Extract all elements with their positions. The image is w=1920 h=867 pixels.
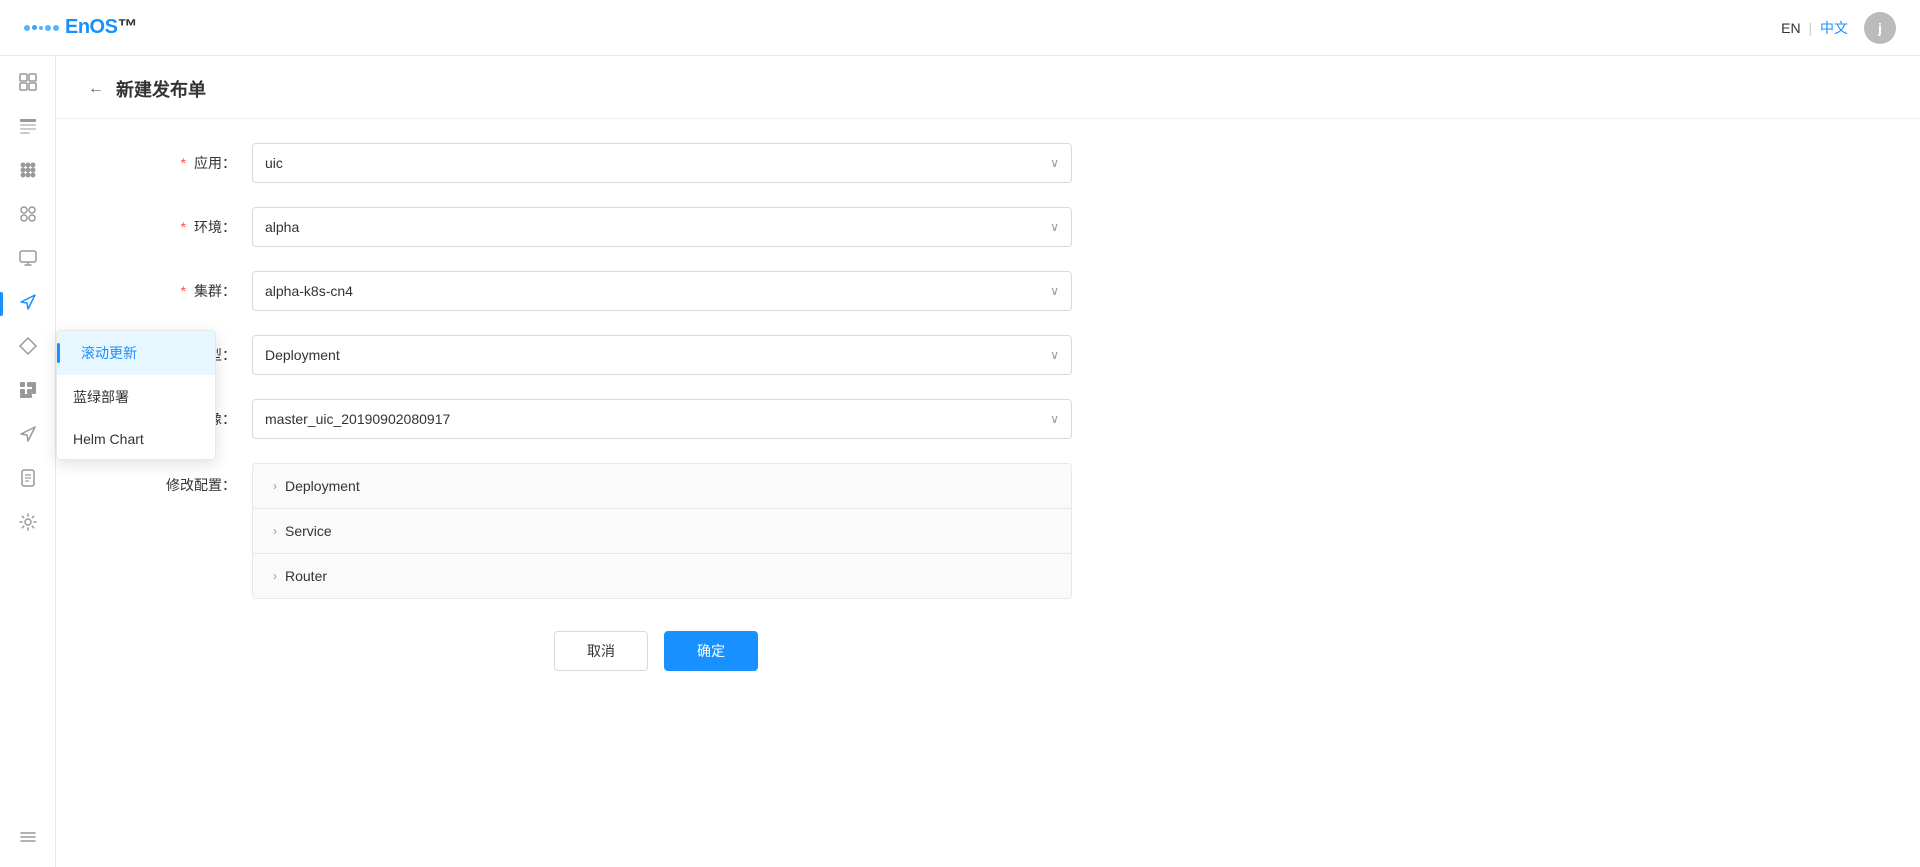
dropdown-item-rolling[interactable]: 滚动更新	[57, 331, 215, 375]
cancel-button[interactable]: 取消	[554, 631, 648, 671]
page-title: 新建发布单	[116, 76, 206, 102]
action-row: 取消 确定	[136, 631, 1176, 703]
confirm-button[interactable]: 确定	[664, 631, 758, 671]
sidebar-item-monitor[interactable]	[8, 240, 48, 280]
config-item-service[interactable]: › Service	[253, 509, 1071, 554]
sidebar-item-send2[interactable]	[8, 416, 48, 456]
env-select[interactable]: alpha ∨	[252, 207, 1072, 247]
sidebar-item-doc[interactable]	[8, 460, 48, 500]
label-app: * 应用：	[136, 153, 236, 173]
label-config: 修改配置：	[136, 463, 236, 495]
logo-dot-2	[32, 25, 37, 30]
sidebar-item-widgets[interactable]	[8, 196, 48, 236]
sidebar-item-list[interactable]	[8, 819, 48, 859]
field-app: uic ∨	[252, 143, 1072, 183]
user-avatar[interactable]: j	[1864, 12, 1896, 44]
logo: EnOS™	[24, 16, 137, 39]
logo-dot-5	[53, 25, 59, 31]
sidebar-item-grid[interactable]	[8, 64, 48, 104]
dropdown-item-helm[interactable]: Helm Chart	[57, 419, 215, 459]
sidebar	[0, 56, 56, 867]
chevron-right-deployment: ›	[273, 479, 277, 493]
chevron-right-service: ›	[273, 524, 277, 538]
config-items: › Deployment › Service › Router	[252, 463, 1072, 599]
topbar: EnOS™ EN | 中文 j	[0, 0, 1920, 56]
lang-switch[interactable]: EN | 中文	[1781, 18, 1848, 38]
chevron-right-router: ›	[273, 569, 277, 583]
page-header: ← 新建发布单	[56, 56, 1920, 119]
main-layout: 滚动更新 蓝绿部署 Helm Chart ← 新建发布单 * 应用： uic ∨	[0, 56, 1920, 867]
lang-zh[interactable]: 中文	[1820, 20, 1848, 36]
sidebar-item-table[interactable]	[8, 108, 48, 148]
sidebar-item-grid2[interactable]	[8, 372, 48, 412]
field-env: alpha ∨	[252, 207, 1072, 247]
doc-icon	[18, 468, 38, 493]
monitor-icon	[18, 248, 38, 273]
field-docker: master_uic_20190902080917 ∨	[252, 399, 1072, 439]
resource-select[interactable]: Deployment ∨	[252, 335, 1072, 375]
field-cluster: alpha-k8s-cn4 ∨	[252, 271, 1072, 311]
send-icon	[18, 292, 38, 317]
cluster-select[interactable]: alpha-k8s-cn4 ∨	[252, 271, 1072, 311]
dropdown-item-blue-green[interactable]: 蓝绿部署	[57, 375, 215, 419]
form-row-docker: Docker镜像： master_uic_20190902080917 ∨	[136, 399, 1176, 439]
cluster-select-chevron: ∨	[1050, 284, 1059, 298]
settings-icon	[18, 512, 38, 537]
grid-icon	[18, 72, 38, 97]
field-resource: Deployment ∨	[252, 335, 1072, 375]
env-select-chevron: ∨	[1050, 220, 1059, 234]
form-content: * 应用： uic ∨ * 环境： alpha	[56, 119, 1256, 727]
content-area: ← 新建发布单 * 应用： uic ∨	[56, 56, 1920, 867]
form-row-cluster: * 集群： alpha-k8s-cn4 ∨	[136, 271, 1176, 311]
config-item-deployment[interactable]: › Deployment	[253, 464, 1071, 509]
config-section: › Deployment › Service › Router	[252, 463, 1072, 599]
logo-text: EnOS™	[65, 16, 137, 39]
logo-dots	[24, 25, 59, 31]
sidebar-item-settings[interactable]	[8, 504, 48, 544]
logo-dot-3	[39, 26, 43, 30]
diamond-icon	[18, 336, 38, 361]
lang-en[interactable]: EN	[1781, 20, 1800, 36]
label-env: * 环境：	[136, 217, 236, 237]
label-cluster: * 集群：	[136, 281, 236, 301]
lang-sep: |	[1808, 20, 1812, 36]
docker-select[interactable]: master_uic_20190902080917 ∨	[252, 399, 1072, 439]
app-select-chevron: ∨	[1050, 156, 1059, 170]
sidebar-item-diamond[interactable]	[8, 328, 48, 368]
sidebar-item-apps[interactable]	[8, 152, 48, 192]
list-icon	[18, 827, 38, 852]
config-item-router[interactable]: › Router	[253, 554, 1071, 598]
widgets-icon	[18, 204, 38, 229]
dropdown-menu: 滚动更新 蓝绿部署 Helm Chart	[56, 330, 216, 460]
logo-dot-1	[24, 25, 30, 31]
app-select[interactable]: uic ∨	[252, 143, 1072, 183]
resource-select-chevron: ∨	[1050, 348, 1059, 362]
grid2-icon	[18, 380, 38, 405]
logo-dot-4	[45, 25, 51, 31]
form-row-env: * 环境： alpha ∨	[136, 207, 1176, 247]
apps-icon	[18, 160, 38, 185]
form-row-app: * 应用： uic ∨	[136, 143, 1176, 183]
form-row-resource: * 资源类型： Deployment ∨	[136, 335, 1176, 375]
docker-select-chevron: ∨	[1050, 412, 1059, 426]
form-row-config: 修改配置： › Deployment › Service ›	[136, 463, 1176, 599]
back-button[interactable]: ←	[88, 80, 104, 98]
sidebar-item-deploy[interactable]	[8, 284, 48, 324]
table-icon	[18, 116, 38, 141]
send2-icon	[18, 424, 38, 449]
topbar-right: EN | 中文 j	[1781, 12, 1896, 44]
